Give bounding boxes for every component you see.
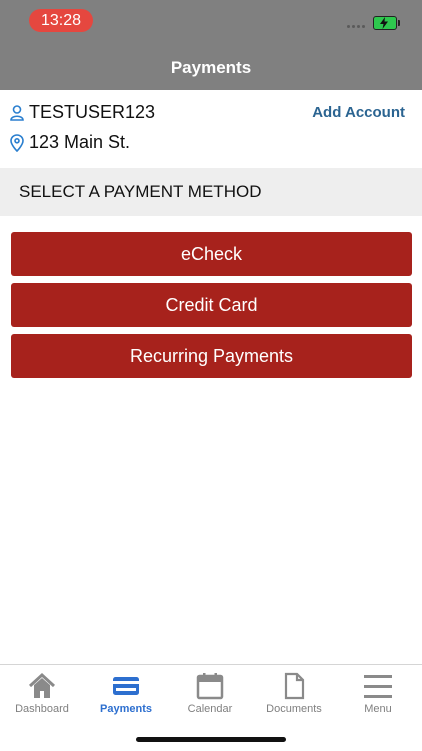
tab-label: Documents (266, 703, 322, 715)
document-icon (284, 672, 305, 700)
tab-payments[interactable]: Payments (84, 665, 168, 715)
header-bar: 13:28 Payments (0, 0, 422, 90)
username-row: TESTUSER123 (10, 102, 155, 123)
tab-calendar[interactable]: Calendar (168, 665, 252, 715)
tab-label: Dashboard (15, 703, 69, 715)
tab-label: Menu (364, 703, 392, 715)
tab-menu[interactable]: Menu (336, 665, 420, 715)
recurring-payments-button[interactable]: Recurring Payments (11, 334, 412, 378)
tab-label: Calendar (187, 703, 233, 715)
location-pin-icon (10, 133, 24, 152)
section-header: SELECT A PAYMENT METHOD (0, 168, 422, 216)
tab-documents[interactable]: Documents (252, 665, 336, 715)
address-row: 123 Main St. (10, 132, 130, 153)
add-account-link[interactable]: Add Account (312, 104, 405, 121)
address: 123 Main St. (29, 132, 131, 152)
username: TESTUSER123 (29, 102, 156, 122)
home-icon (28, 672, 56, 698)
signal-icon (347, 25, 365, 28)
tab-label: Payments (100, 703, 152, 715)
status-time: 13:28 (29, 9, 93, 32)
home-indicator[interactable] (136, 737, 286, 742)
user-icon (10, 104, 24, 121)
tab-dashboard[interactable]: Dashboard (0, 665, 84, 715)
credit-card-button[interactable]: Credit Card (11, 283, 412, 327)
echeck-button[interactable]: eCheck (11, 232, 412, 276)
battery-icon (373, 16, 400, 30)
menu-icon (364, 675, 392, 698)
page-title: Payments (170, 58, 252, 77)
calendar-icon (196, 673, 224, 700)
credit-card-icon (113, 677, 139, 695)
